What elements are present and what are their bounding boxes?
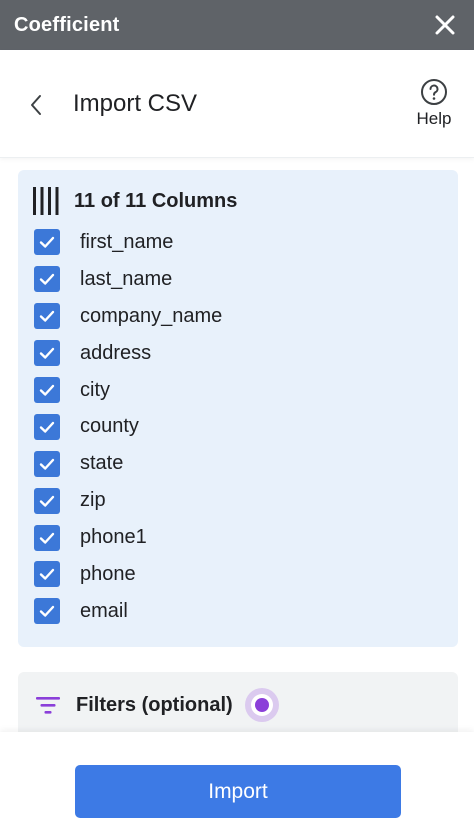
- column-row-county[interactable]: county: [34, 408, 434, 445]
- columns-icon: [33, 187, 59, 215]
- column-row-city[interactable]: city: [34, 372, 434, 409]
- checkmark-icon: [39, 606, 55, 618]
- checkmark-icon: [39, 311, 55, 322]
- column-checkbox[interactable]: [34, 340, 60, 367]
- footer: Import: [0, 732, 474, 832]
- column-label: first_name: [80, 230, 174, 253]
- column-row-last-name[interactable]: last_name: [34, 261, 434, 298]
- page-header: Import CSV Help: [0, 50, 474, 158]
- column-label: company_name: [80, 304, 223, 327]
- column-checkbox[interactable]: [34, 524, 60, 551]
- app-title: Coefficient: [14, 13, 120, 36]
- column-checkbox[interactable]: [34, 598, 60, 625]
- close-button[interactable]: [430, 10, 460, 40]
- column-row-state[interactable]: state: [34, 445, 434, 482]
- column-label: address: [80, 341, 152, 364]
- column-checkbox[interactable]: [34, 229, 60, 256]
- column-checkbox[interactable]: [34, 413, 60, 440]
- column-label: state: [80, 452, 124, 475]
- columns-header: 11 of 11 Columns: [32, 186, 237, 216]
- checkmark-icon: [39, 384, 55, 396]
- column-label: county: [80, 415, 139, 438]
- column-checkbox[interactable]: [34, 450, 60, 477]
- column-checkbox[interactable]: [34, 377, 60, 403]
- column-checkbox[interactable]: [34, 303, 60, 330]
- chevron-left-icon: [31, 95, 41, 115]
- checkmark-icon: [39, 532, 55, 544]
- filters-label: Filters (optional): [76, 693, 233, 716]
- column-checkbox[interactable]: [34, 266, 60, 293]
- column-checkbox[interactable]: [34, 561, 60, 588]
- help-button[interactable]: Help: [410, 78, 458, 129]
- checkmark-icon: [39, 274, 55, 286]
- column-list: first_name last_name company_name addres…: [34, 224, 434, 630]
- column-row-phone[interactable]: phone: [34, 556, 434, 593]
- column-label: email: [80, 599, 128, 622]
- filters-toggle[interactable]: Filters (optional): [34, 688, 279, 722]
- pulse-indicator-core: [254, 698, 269, 712]
- close-icon: [435, 15, 455, 35]
- column-label: city: [80, 378, 110, 401]
- column-row-email[interactable]: email: [34, 593, 434, 630]
- column-label: last_name: [80, 267, 173, 290]
- columns-count: 11 of 11 Columns: [74, 189, 238, 212]
- column-row-company-name[interactable]: company_name: [34, 298, 434, 335]
- checkmark-icon: [39, 458, 55, 470]
- column-checkbox[interactable]: [34, 487, 60, 514]
- back-button[interactable]: [22, 90, 50, 120]
- checkmark-icon: [39, 569, 55, 581]
- title-bar: Coefficient: [0, 0, 474, 50]
- column-label: zip: [80, 489, 106, 512]
- column-row-zip[interactable]: zip: [34, 482, 434, 519]
- columns-panel: 11 of 11 Columns first_name last_name co…: [18, 170, 458, 647]
- help-label: Help: [416, 109, 452, 128]
- checkmark-icon: [39, 347, 55, 359]
- page-title: Import CSV: [73, 90, 198, 117]
- column-label: phone1: [80, 526, 147, 549]
- column-row-phone1[interactable]: phone1: [34, 519, 434, 556]
- checkmark-icon: [39, 237, 55, 249]
- checkmark-icon: [39, 495, 55, 507]
- filter-icon: [36, 697, 60, 714]
- column-row-address[interactable]: address: [34, 335, 434, 372]
- pulse-indicator: [244, 688, 279, 722]
- import-button[interactable]: Import: [75, 765, 401, 818]
- column-label: phone: [80, 562, 136, 585]
- column-row-first-name[interactable]: first_name: [34, 224, 434, 261]
- pulse-indicator-ring: [250, 694, 273, 716]
- checkmark-icon: [39, 421, 55, 433]
- help-circle-icon: [421, 79, 447, 105]
